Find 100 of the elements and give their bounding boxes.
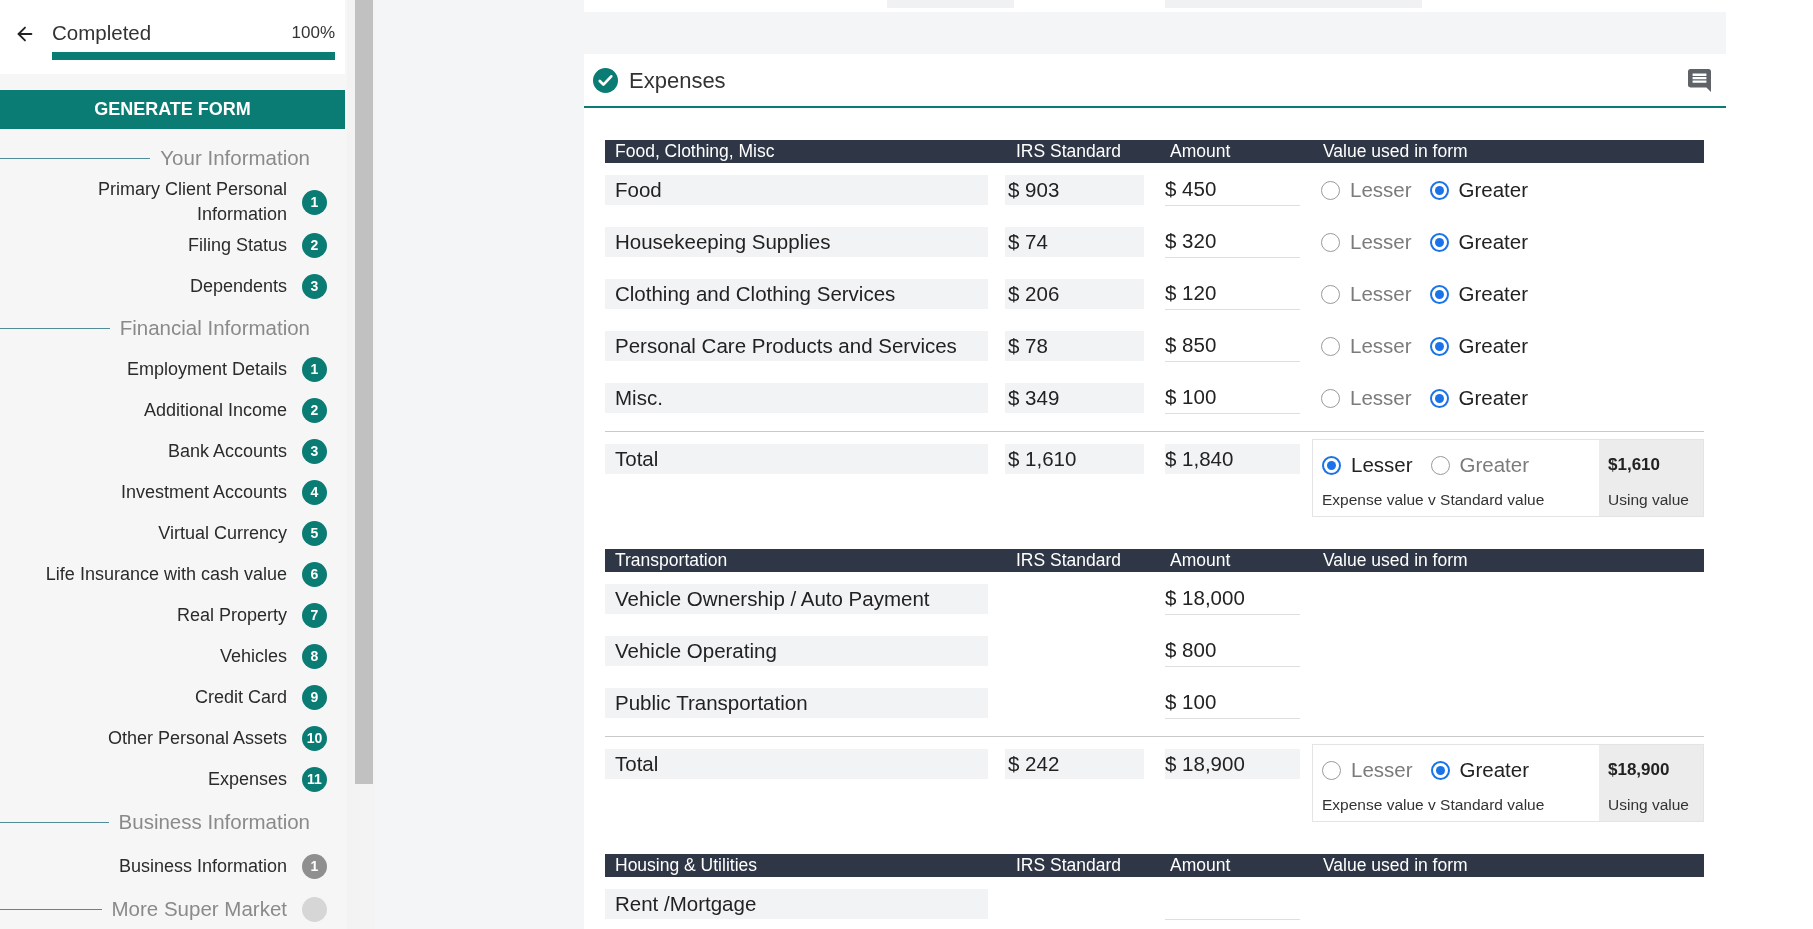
radio-label[interactable]: Greater — [1458, 278, 1529, 310]
expense-label: Food — [605, 175, 988, 205]
expense-label: Vehicle Operating — [605, 636, 988, 666]
scrollbar-thumb[interactable] — [355, 0, 373, 784]
nav-item[interactable]: Virtual Currency 5 — [158, 521, 327, 546]
column-header: Value used in form — [1322, 549, 1468, 573]
comment-icon[interactable] — [1688, 68, 1711, 92]
radio-button[interactable] — [1429, 232, 1449, 252]
nav-item[interactable]: Investment Accounts 4 — [120, 480, 327, 505]
expense-label: Public Transportation — [605, 688, 988, 718]
nav-item[interactable]: Bank Accounts 3 — [167, 439, 327, 464]
using-value-amount: $1,610 — [1608, 454, 1661, 477]
step-number-badge: 9 — [302, 685, 327, 710]
step-number-badge: 5 — [302, 521, 327, 546]
radio-button[interactable] — [1321, 284, 1340, 304]
radio-button[interactable] — [1429, 284, 1449, 304]
radio-label[interactable]: Lesser — [1350, 330, 1412, 362]
comparison-caption: Expense value v Standard value — [1322, 490, 1546, 510]
radio-label[interactable]: Greater — [1458, 226, 1529, 258]
expense-label: Misc. — [605, 383, 988, 413]
nav-item[interactable]: Employment Details 1 — [126, 357, 327, 382]
radio-button[interactable] — [1322, 760, 1341, 780]
step-number-badge: 2 — [302, 233, 327, 258]
nav-item[interactable]: Filing Status 2 — [187, 233, 327, 258]
total-label: Total — [605, 749, 988, 779]
nav-item[interactable]: Primary Client Personal Information 1 — [32, 177, 327, 227]
expense-label: Housekeeping Supplies — [605, 227, 988, 257]
column-header: Value used in form — [1322, 140, 1468, 164]
nav-item[interactable]: Additional Income 2 — [143, 398, 327, 423]
column-header: Amount — [1169, 549, 1232, 573]
nav-item[interactable]: Expenses 11 — [207, 767, 327, 792]
column-header: Amount — [1169, 854, 1232, 878]
column-header: IRS Standard — [1015, 549, 1123, 573]
nav-item[interactable]: Business Information 1 — [118, 854, 327, 879]
irs-standard-cell: $ 349 — [1005, 383, 1144, 413]
radio-label[interactable]: Lesser — [1351, 449, 1413, 481]
radio-button[interactable] — [1429, 388, 1449, 408]
step-number-badge: 10 — [302, 726, 327, 751]
step-number-badge: 2 — [302, 398, 327, 423]
radio-button[interactable] — [1430, 760, 1450, 780]
radio-button[interactable] — [1430, 455, 1450, 475]
progress-percent: 100% — [291, 22, 335, 45]
step-number-badge: 3 — [302, 274, 327, 299]
nav-item[interactable]: Dependents 3 — [189, 274, 327, 299]
radio-button[interactable] — [1321, 388, 1340, 408]
using-value-amount: $18,900 — [1608, 759, 1671, 782]
column-header: Housing & Utilities — [614, 854, 758, 878]
section-heading: Business Information — [118, 808, 310, 835]
radio-label[interactable]: Greater — [1458, 330, 1529, 362]
amount-total: $ 1,840 — [1165, 444, 1300, 474]
generate-form-button[interactable]: GENERATE FORM — [0, 90, 345, 129]
section-heading: More Super Market — [111, 895, 287, 922]
expense-label: Personal Care Products and Services — [605, 331, 988, 361]
radio-button[interactable] — [1429, 180, 1449, 200]
radio-label[interactable]: Greater — [1458, 174, 1529, 206]
total-label: Total — [605, 444, 988, 474]
column-header: Transportation — [614, 549, 729, 573]
expense-label: Clothing and Clothing Services — [605, 279, 988, 309]
step-number-badge: 3 — [302, 439, 327, 464]
step-number-badge: 11 — [302, 767, 327, 792]
column-header: Value used in form — [1322, 854, 1468, 878]
irs-standard-total: $ 1,610 — [1005, 444, 1144, 474]
step-number-badge: 8 — [302, 644, 327, 669]
irs-standard-cell: $ 206 — [1005, 279, 1144, 309]
expense-label: Rent /Mortgage — [605, 889, 988, 919]
step-number-badge: 1 — [302, 189, 327, 215]
irs-standard-cell: $ 78 — [1005, 331, 1144, 361]
amount-total: $ 18,900 — [1165, 749, 1300, 779]
radio-button[interactable] — [1321, 336, 1340, 356]
irs-standard-cell: $ 903 — [1005, 175, 1144, 205]
nav-item[interactable]: Credit Card 9 — [194, 685, 327, 710]
nav-item[interactable]: Real Property 7 — [176, 603, 327, 628]
step-number-badge: 4 — [302, 480, 327, 505]
radio-button[interactable] — [1321, 232, 1340, 252]
column-header: IRS Standard — [1015, 854, 1123, 878]
using-value-caption: Using value — [1608, 490, 1690, 510]
irs-standard-total: $ 242 — [1005, 749, 1144, 779]
nav-item[interactable]: Life Insurance with cash value 6 — [45, 562, 327, 587]
nav-item[interactable]: Vehicles 8 — [219, 644, 327, 669]
radio-label[interactable]: Lesser — [1350, 226, 1412, 258]
section-title: Expenses — [629, 66, 726, 95]
step-number-badge: 1 — [302, 854, 327, 879]
column-header: Food, Clothing, Misc — [614, 140, 776, 164]
radio-label[interactable]: Lesser — [1350, 278, 1412, 310]
radio-button[interactable] — [1429, 336, 1449, 356]
radio-label[interactable]: Lesser — [1350, 174, 1412, 206]
step-number-badge: 7 — [302, 603, 327, 628]
progress-label: Completed — [52, 19, 152, 46]
radio-button[interactable] — [1321, 180, 1340, 200]
radio-label[interactable]: Lesser — [1350, 382, 1412, 414]
section-heading: Financial Information — [119, 314, 310, 341]
column-header: IRS Standard — [1015, 140, 1123, 164]
radio-label[interactable]: Greater — [1459, 449, 1530, 481]
column-header: Amount — [1169, 140, 1232, 164]
radio-label[interactable]: Greater — [1458, 382, 1529, 414]
nav-item[interactable]: Other Personal Assets 10 — [107, 726, 327, 751]
radio-button[interactable] — [1322, 455, 1341, 475]
radio-label[interactable]: Greater — [1459, 754, 1530, 786]
irs-standard-cell: $ 74 — [1005, 227, 1144, 257]
radio-label[interactable]: Lesser — [1351, 754, 1413, 786]
